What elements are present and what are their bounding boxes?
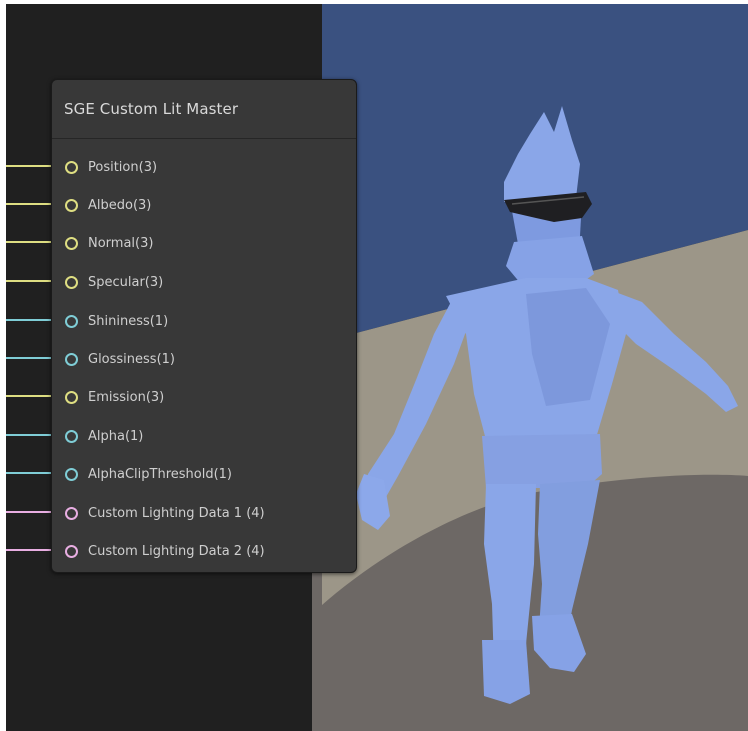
port-label: Glossiness(1) bbox=[88, 351, 175, 367]
port-normal[interactable]: Normal(3) bbox=[52, 231, 352, 255]
master-node[interactable]: SGE Custom Lit Master Position(3) Albedo… bbox=[51, 79, 357, 573]
port-label: AlphaClipThreshold(1) bbox=[88, 466, 232, 482]
port-connector-icon[interactable] bbox=[65, 544, 78, 558]
port-connector-icon[interactable] bbox=[65, 506, 78, 520]
port-glossiness[interactable]: Glossiness(1) bbox=[52, 347, 352, 371]
port-custom-lighting-data-1[interactable]: Custom Lighting Data 1 (4) bbox=[52, 501, 352, 525]
port-connector-icon[interactable] bbox=[65, 467, 78, 481]
port-connector-icon[interactable] bbox=[65, 160, 78, 174]
port-label: Position(3) bbox=[88, 159, 158, 175]
port-alpha[interactable]: Alpha(1) bbox=[52, 424, 352, 448]
port-label: Specular(3) bbox=[88, 274, 164, 290]
port-connector-icon[interactable] bbox=[65, 352, 78, 366]
port-connector-icon[interactable] bbox=[65, 275, 78, 289]
port-label: Shininess(1) bbox=[88, 313, 169, 329]
port-label: Normal(3) bbox=[88, 235, 154, 251]
port-connector-icon[interactable] bbox=[65, 429, 78, 443]
port-label: Albedo(3) bbox=[88, 197, 152, 213]
port-position[interactable]: Position(3) bbox=[52, 155, 352, 179]
port-label: Emission(3) bbox=[88, 389, 165, 405]
port-label: Alpha(1) bbox=[88, 428, 144, 444]
port-connector-icon[interactable] bbox=[65, 314, 78, 328]
port-connector-icon[interactable] bbox=[65, 198, 78, 212]
port-connector-icon[interactable] bbox=[65, 390, 78, 404]
port-albedo[interactable]: Albedo(3) bbox=[52, 193, 352, 217]
port-shininess[interactable]: Shininess(1) bbox=[52, 309, 352, 333]
node-title: SGE Custom Lit Master bbox=[64, 100, 239, 118]
port-emission[interactable]: Emission(3) bbox=[52, 385, 352, 409]
port-label: Custom Lighting Data 1 (4) bbox=[88, 505, 265, 521]
port-alpha-clip-threshold[interactable]: AlphaClipThreshold(1) bbox=[52, 462, 352, 486]
port-connector-icon[interactable] bbox=[65, 236, 78, 250]
port-label: Custom Lighting Data 2 (4) bbox=[88, 543, 265, 559]
shader-graph-editor: SGE Custom Lit Master Position(3) Albedo… bbox=[6, 4, 748, 731]
node-header[interactable]: SGE Custom Lit Master bbox=[52, 80, 356, 139]
port-custom-lighting-data-2[interactable]: Custom Lighting Data 2 (4) bbox=[52, 539, 352, 563]
port-specular[interactable]: Specular(3) bbox=[52, 270, 352, 294]
